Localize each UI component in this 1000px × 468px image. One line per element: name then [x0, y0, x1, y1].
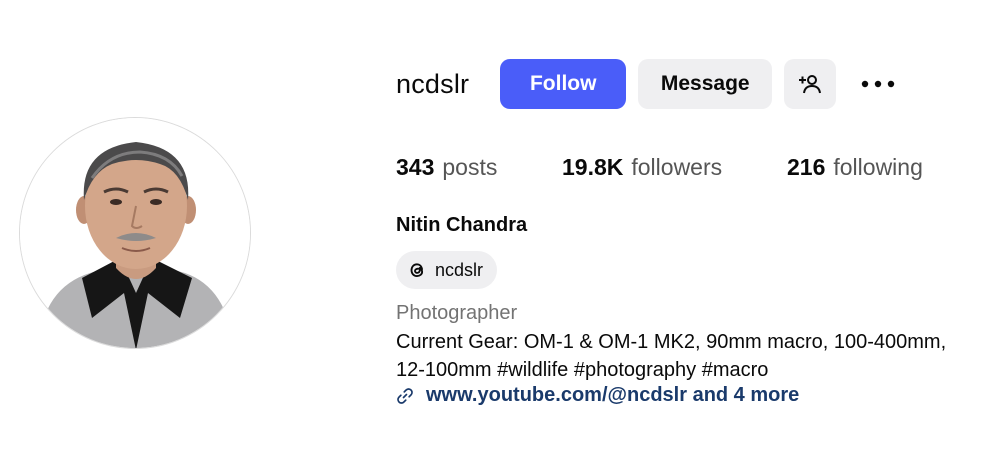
suggested-accounts-button[interactable] [784, 59, 837, 109]
profile-stats: 343 posts 19.8K followers 216 following [396, 154, 923, 181]
profile-photo-illustration [20, 118, 250, 348]
followers-stat[interactable]: 19.8K followers [562, 154, 787, 181]
external-link-text[interactable]: www.youtube.com/@ncdslr and 4 more [426, 384, 799, 407]
profile-header: ncdslr Follow Message [396, 59, 898, 109]
threads-icon [406, 259, 428, 281]
message-button[interactable]: Message [638, 59, 773, 109]
link-icon [396, 387, 414, 405]
posts-count: 343 [396, 154, 435, 180]
profile-avatar[interactable] [19, 117, 251, 349]
follow-button[interactable]: Follow [500, 59, 627, 109]
following-label[interactable]: following [833, 154, 923, 181]
following-stat[interactable]: 216 following [787, 154, 923, 181]
external-links[interactable]: www.youtube.com/@ncdslr and 4 more [396, 384, 799, 407]
followers-count[interactable]: 19.8K [562, 154, 623, 181]
profile-category: Photographer [396, 302, 518, 324]
posts-stat: 343 posts [396, 154, 562, 181]
profile-full-name: Nitin Chandra [396, 214, 528, 236]
profile-username: ncdslr [396, 68, 470, 99]
followers-label[interactable]: followers [631, 154, 722, 181]
bio-line-2: 12-100mm #wildlife #photography #macro [396, 359, 769, 381]
more-options-icon [862, 80, 895, 88]
bio-line-1: Current Gear: OM-1 & OM-1 MK2, 90mm macr… [396, 331, 947, 353]
more-options-button[interactable] [858, 64, 898, 104]
threads-handle[interactable]: ncdslr [435, 260, 483, 281]
profile-bio: Current Gear: OM-1 & OM-1 MK2, 90mm macr… [396, 328, 996, 384]
following-count[interactable]: 216 [787, 154, 825, 181]
threads-badge[interactable]: ncdslr [396, 251, 498, 289]
add-user-icon [799, 75, 822, 94]
posts-label: posts [442, 154, 498, 180]
